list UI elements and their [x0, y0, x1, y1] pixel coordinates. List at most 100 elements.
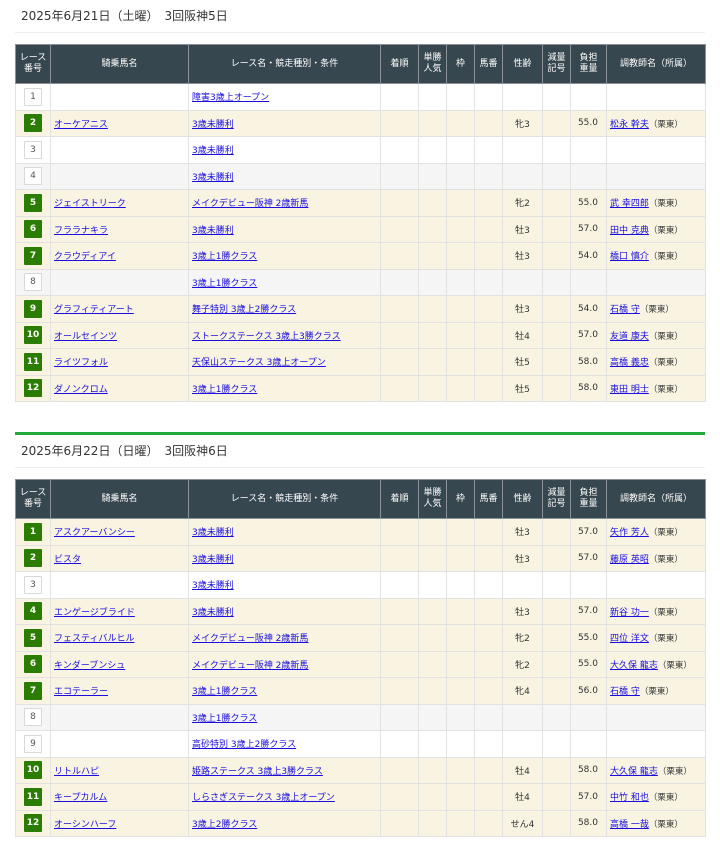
trainer-link[interactable]: 大久保 龍志	[610, 767, 658, 777]
horse-link[interactable]: フェスティバルヒル	[54, 634, 134, 644]
waku-cell	[446, 756, 475, 784]
trainer-affiliation: （栗東）	[648, 634, 683, 645]
trainer-affiliation: （栗東）	[648, 225, 683, 236]
table-row: 8 3歳上1勝クラス	[15, 268, 706, 296]
race-link[interactable]: 3歳未勝利	[192, 555, 234, 565]
race-link[interactable]: 3歳上2勝クラス	[192, 820, 257, 830]
horse-link[interactable]: オーケアニス	[54, 120, 108, 130]
trainer-cell	[606, 136, 706, 164]
trainer-link[interactable]: 高橋 一哉	[610, 820, 649, 830]
reduce-cell	[542, 730, 571, 758]
race-no-cell: 3	[15, 136, 51, 164]
race-link[interactable]: 3歳上1勝クラス	[192, 279, 257, 289]
trainer-affiliation: （栗東）	[648, 199, 683, 210]
race-number-badge: 10	[24, 326, 42, 345]
race-link[interactable]: 姫路ステークス 3歳上3勝クラス	[192, 767, 323, 777]
horse-link[interactable]: アスクアーバンシー	[54, 528, 135, 538]
horse-link[interactable]: クラウディアイ	[54, 252, 116, 262]
table-row: 1 アスクアーバンシー 3歳未勝利 牡3 57.0 矢作 芳人（栗東）	[15, 518, 706, 546]
trainer-link[interactable]: 矢作 芳人	[610, 528, 649, 538]
race-link[interactable]: 舞子特別 3歳上2勝クラス	[192, 305, 296, 315]
finish-cell	[380, 189, 419, 217]
trainer-link[interactable]: 石橋 守	[610, 305, 640, 315]
waku-cell	[446, 624, 475, 652]
sex-age-cell: 牝4	[502, 677, 543, 705]
horse-link[interactable]: ビスタ	[54, 555, 81, 565]
horse-link[interactable]: フララナキラ	[54, 226, 108, 236]
race-link[interactable]: 3歳未勝利	[192, 146, 234, 156]
race-link[interactable]: 3歳未勝利	[192, 608, 234, 618]
race-link[interactable]: 3歳上1勝クラス	[192, 714, 257, 724]
trainer-link[interactable]: 四位 洋文	[610, 634, 649, 644]
race-number-badge: 7	[24, 681, 42, 700]
race-cell: 3歳上2勝クラス	[188, 809, 381, 837]
trainer-link[interactable]: 大久保 龍志	[610, 661, 658, 671]
horse-link[interactable]: キンダーブンシュ	[54, 661, 125, 671]
trainer-link[interactable]: 橋口 慎介	[610, 252, 649, 262]
horse-cell: オーシンハーフ	[50, 809, 189, 837]
race-no-cell: 7	[15, 242, 51, 270]
trainer-link[interactable]: 藤原 英昭	[610, 555, 649, 565]
race-number-badge: 4	[24, 167, 42, 186]
horse-link[interactable]: エコテーラー	[54, 687, 108, 697]
race-link[interactable]: メイクデビュー阪神 2歳新馬	[192, 661, 308, 671]
col-reduce-line1: 減量	[547, 488, 566, 498]
horse-link[interactable]: ジェイストリーク	[54, 199, 126, 209]
horse-cell: ジェイストリーク	[50, 189, 189, 217]
table-row: 5 フェスティバルヒル メイクデビュー阪神 2歳新馬 牝2 55.0 四位 洋文（栗東）	[15, 624, 706, 652]
horse-link[interactable]: オールセインツ	[54, 332, 117, 342]
table-row: 2 オーケアニス 3歳未勝利 牝3 55.0 松永 幹夫（栗東）	[15, 109, 706, 137]
horse-link[interactable]: オーシンハーフ	[54, 820, 116, 830]
trainer-link[interactable]: 友道 康夫	[610, 332, 649, 342]
race-link[interactable]: 3歳未勝利	[192, 173, 234, 183]
trainer-cell: 大久保 龍志（栗東）	[606, 756, 706, 784]
trainer-link[interactable]: 石橋 守	[610, 687, 640, 697]
weight-cell: 55.0	[570, 109, 607, 137]
table-row: 10 リトルハピ 姫路ステークス 3歳上3勝クラス 牡4 58.0 大久保 龍志（栗東）	[15, 756, 706, 784]
trainer-link[interactable]: 東田 明士	[610, 385, 649, 395]
race-no-cell: 11	[15, 783, 51, 811]
race-link[interactable]: 3歳上1勝クラス	[192, 385, 257, 395]
race-link[interactable]: メイクデビュー阪神 2歳新馬	[192, 634, 308, 644]
race-cell: 天保山ステークス 3歳上オープン	[188, 348, 381, 376]
race-link[interactable]: 3歳未勝利	[192, 120, 234, 130]
race-number-badge: 2	[24, 114, 42, 133]
day-section: 2025年6月21日（土曜） 3回阪神5日 レース 番号 騎乗馬名 レース名・競走種別・…	[15, 0, 706, 402]
horse-link[interactable]: エンゲージブライド	[54, 608, 135, 618]
horse-cell: キープカルム	[50, 783, 189, 811]
race-link[interactable]: 3歳上1勝クラス	[192, 252, 257, 262]
horse-link[interactable]: ダノンクロム	[54, 385, 108, 395]
trainer-link[interactable]: 田中 克典	[610, 226, 649, 236]
race-cell: 3歳上1勝クラス	[188, 677, 381, 705]
trainer-affiliation: （栗東）	[639, 687, 674, 698]
popularity-cell	[418, 295, 447, 323]
race-link[interactable]: 高砂特別 3歳上2勝クラス	[192, 740, 296, 750]
race-link[interactable]: 天保山ステークス 3歳上オープン	[192, 358, 326, 368]
trainer-link[interactable]: 松永 幹夫	[610, 120, 649, 130]
trainer-link[interactable]: 新谷 功一	[610, 608, 649, 618]
race-no-cell: 9	[15, 295, 51, 323]
race-link[interactable]: 3歳上1勝クラス	[192, 687, 257, 697]
col-weight: 負担 重量	[570, 479, 607, 519]
race-link[interactable]: 3歳未勝利	[192, 226, 234, 236]
race-link[interactable]: しらさぎステークス 3歳上オープン	[192, 793, 335, 803]
umaban-cell	[474, 677, 503, 705]
trainer-link[interactable]: 武 幸四郎	[610, 199, 649, 209]
race-link[interactable]: 3歳未勝利	[192, 528, 234, 538]
trainer-link[interactable]: 中竹 和也	[610, 793, 649, 803]
race-no-cell: 4	[15, 162, 51, 190]
trainer-link[interactable]: 高橋 義忠	[610, 358, 649, 368]
race-link[interactable]: 障害3歳上オープン	[192, 93, 269, 103]
trainer-cell	[606, 162, 706, 190]
horse-link[interactable]: キープカルム	[54, 793, 107, 803]
horse-link[interactable]: グラフィティアート	[54, 305, 134, 315]
popularity-cell	[418, 242, 447, 270]
sex-age-cell	[502, 571, 543, 599]
race-link[interactable]: ストークステークス 3歳上3勝クラス	[192, 332, 341, 342]
horse-link[interactable]: ライツフォル	[54, 358, 108, 368]
umaban-cell	[474, 597, 503, 625]
horse-link[interactable]: リトルハピ	[54, 767, 99, 777]
reduce-cell	[542, 783, 571, 811]
race-link[interactable]: メイクデビュー阪神 2歳新馬	[192, 199, 308, 209]
race-link[interactable]: 3歳未勝利	[192, 581, 234, 591]
